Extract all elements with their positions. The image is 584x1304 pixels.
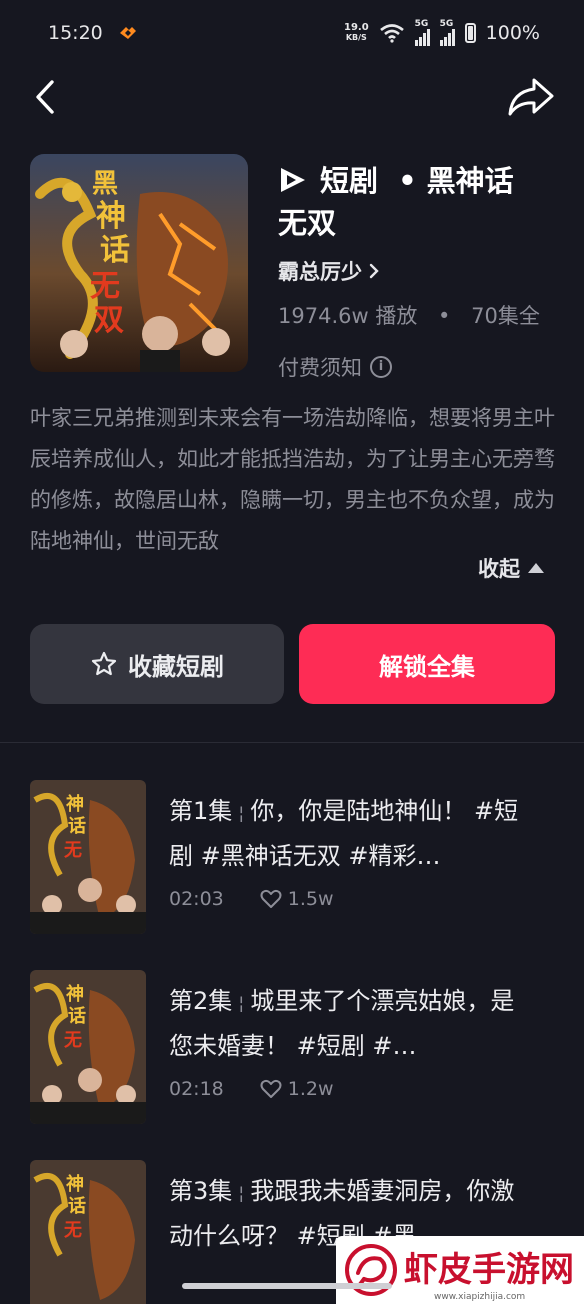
unlock-all-button[interactable]: 解锁全集 — [299, 624, 555, 704]
author-link[interactable]: 霸总厉少 — [278, 256, 568, 286]
drama-title: 短剧 • 黑神话 无双 — [278, 164, 514, 240]
episode-item[interactable]: 神 话 无 第2集 ¦ 城里来了个漂亮姑娘，是您未婚妻！ #短剧 #… 02:18 … — [30, 970, 570, 1126]
svg-text:话: 话 — [68, 1005, 86, 1027]
caret-up-icon — [528, 563, 544, 573]
episode-likes: 1.5w — [260, 888, 334, 910]
battery-icon — [464, 23, 476, 43]
svg-text:神: 神 — [66, 793, 84, 815]
svg-text:黑: 黑 — [92, 169, 118, 199]
svg-text:双: 双 — [94, 303, 124, 338]
chevron-right-icon — [369, 263, 379, 279]
episode-count: 70集全 — [471, 304, 540, 328]
svg-text:无: 无 — [90, 269, 120, 304]
watermark-url: www.xiapizhijia.com — [434, 1292, 526, 1302]
episode-meta: 02:18 1.2w — [169, 1078, 334, 1100]
svg-text:无: 无 — [64, 1220, 82, 1241]
status-bar: 15:20 19.0 KB/S 5G 5G 100% — [0, 0, 584, 66]
heart-icon — [260, 889, 282, 908]
play-count: 1974.6w 播放 — [278, 304, 418, 328]
episode-meta: 02:03 1.5w — [169, 888, 334, 910]
drama-description: 叶家三兄弟推测到未来会有一场浩劫降临，想要将男主叶辰培养成仙人，如此才能抵挡浩劫… — [30, 406, 555, 553]
svg-text:神: 神 — [96, 199, 126, 234]
drama-cover-image: 黑 神 话 无 双 — [30, 154, 248, 372]
share-icon[interactable] — [504, 74, 556, 120]
wifi-icon — [379, 24, 404, 43]
svg-text:话: 话 — [100, 233, 130, 268]
payment-notice-link[interactable]: 付费须知 i — [278, 352, 568, 382]
favorite-drama-button[interactable]: 收藏短剧 — [30, 624, 284, 704]
episode-duration: 02:03 — [169, 888, 224, 910]
back-icon[interactable] — [28, 74, 68, 120]
svg-text:无: 无 — [64, 840, 82, 861]
svg-text:话: 话 — [68, 1195, 86, 1217]
drama-info: 短剧 • 黑神话 无双 霸总厉少 1974.6w 播放 • 70集全 付费须知 i — [278, 160, 568, 382]
episode-item[interactable]: 神 话 无 第1集 ¦ 你，你是陆地神仙！ #短剧 #黑神话无双 #精彩… 02:0… — [30, 780, 570, 936]
episode-thumbnail: 神 话 无 — [30, 970, 146, 1124]
info-icon: i — [370, 356, 392, 378]
star-icon — [91, 651, 117, 676]
heart-icon — [260, 1079, 282, 1098]
signal-sim1-icon: 5G — [414, 19, 430, 46]
signal-sim2-icon: 5G — [439, 19, 455, 46]
divider — [0, 742, 584, 743]
svg-text:无: 无 — [64, 1030, 82, 1051]
site-watermark: 虾皮手游网 www.xiapizhijia.com — [336, 1236, 584, 1304]
douyin-drama-logo-icon — [281, 168, 305, 192]
network-speed: 19.0 KB/S — [343, 22, 369, 43]
battery-level: 100% — [485, 22, 540, 44]
watermark-text: 虾皮手游网 — [404, 1250, 574, 1290]
svg-text:神: 神 — [66, 1173, 84, 1195]
top-nav — [0, 72, 584, 122]
app-notification-icon — [119, 27, 136, 39]
episode-likes: 1.2w — [260, 1078, 334, 1100]
episode-title: 第2集 ¦ 城里来了个漂亮姑娘，是您未婚妻！ #短剧 #… — [169, 987, 515, 1060]
svg-text:神: 神 — [66, 983, 84, 1005]
episode-title: 第1集 ¦ 你，你是陆地神仙！ #短剧 #黑神话无双 #精彩… — [169, 797, 519, 870]
collapse-button[interactable]: 收起 — [478, 553, 544, 583]
svg-text:话: 话 — [68, 815, 86, 837]
drama-stats: 1974.6w 播放 • 70集全 — [278, 304, 540, 328]
episode-thumbnail: 神 话 无 — [30, 780, 146, 934]
status-time: 15:20 — [48, 22, 103, 44]
episode-duration: 02:18 — [169, 1078, 224, 1100]
home-indicator[interactable] — [182, 1283, 392, 1289]
episode-thumbnail: 神 话 无 — [30, 1160, 146, 1304]
